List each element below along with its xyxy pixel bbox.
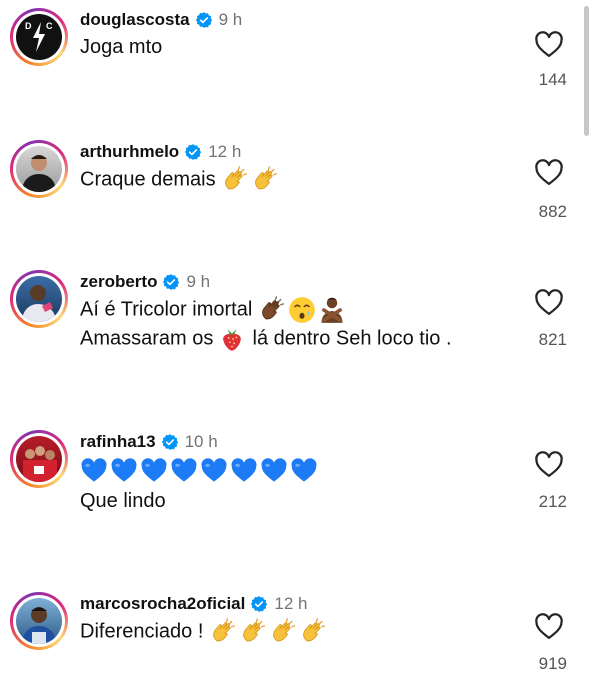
- blue-heart-emoji-icon: [290, 456, 318, 484]
- comment-text-content: Amassaram os: [80, 327, 214, 350]
- comment-text-content: Aí é Tricolor imortal: [80, 298, 253, 321]
- avatar[interactable]: [10, 592, 68, 650]
- clapping-hands-emoji-icon: [269, 618, 297, 646]
- avatar[interactable]: [10, 270, 68, 328]
- comment-text-content: Craque demais: [80, 168, 216, 191]
- blue-heart-emoji-icon: [140, 456, 168, 484]
- emoji-group: [258, 296, 348, 324]
- like-heart-icon[interactable]: [534, 30, 564, 58]
- avatar[interactable]: [10, 430, 68, 488]
- blue-heart-emoji-icon: [200, 456, 228, 484]
- username[interactable]: zeroberto: [80, 272, 157, 292]
- username[interactable]: douglascosta: [80, 10, 190, 30]
- like-heart-icon[interactable]: [534, 158, 564, 186]
- svg-text:D: D: [25, 21, 32, 31]
- comment-text-content: Diferenciado !: [80, 620, 204, 643]
- blue-hearts-row: [80, 456, 320, 484]
- person-gesturing-no-emoji-icon: [318, 296, 346, 324]
- like-count: 212: [538, 492, 567, 511]
- timestamp: 12 h: [208, 142, 242, 161]
- person-photo-icon: [22, 155, 56, 192]
- blue-heart-emoji-icon: [230, 456, 258, 484]
- avatar[interactable]: [10, 140, 68, 198]
- lightning-logo-icon: D C: [25, 21, 53, 52]
- blue-heart-emoji-icon: [260, 456, 288, 484]
- clapping-hands-emoji-icon: [209, 618, 237, 646]
- clapping-hands-dark-emoji-icon: [258, 296, 286, 324]
- username[interactable]: rafinha13: [80, 432, 156, 452]
- comment-text: Diferenciado !: [80, 618, 329, 646]
- emoji-group: [209, 618, 329, 646]
- clapping-hands-emoji-icon: [251, 166, 279, 194]
- person-photo-icon: [22, 285, 56, 322]
- verified-badge-icon: [162, 273, 180, 291]
- timestamp: 12 h: [274, 594, 308, 613]
- verified-badge-icon: [250, 595, 268, 613]
- comment-text-content: lá dentro Seh loco tio .: [252, 327, 452, 350]
- face-exhaling-emoji-icon: [288, 296, 316, 324]
- timestamp: 9 h: [186, 272, 211, 291]
- username[interactable]: marcosrocha2oficial: [80, 594, 245, 614]
- comment-text: Que lindo: [80, 490, 166, 512]
- clapping-hands-emoji-icon: [299, 618, 327, 646]
- comment-text-line2: Amassaram os lá dentro Seh loco tio .: [80, 326, 452, 352]
- like-heart-icon[interactable]: [534, 450, 564, 478]
- blue-heart-emoji-icon: [110, 456, 138, 484]
- scrollbar[interactable]: [584, 6, 589, 136]
- avatar[interactable]: D C: [10, 8, 68, 66]
- timestamp: 10 h: [184, 432, 218, 451]
- person-photo-icon: [22, 607, 56, 644]
- strawberry-emoji-icon: [219, 326, 245, 352]
- verified-badge-icon: [195, 11, 213, 29]
- svg-text:C: C: [46, 21, 53, 31]
- comment-text: Craque demais: [80, 166, 281, 194]
- username[interactable]: arthurhmelo: [80, 142, 179, 162]
- like-heart-icon[interactable]: [534, 288, 564, 316]
- like-count: 144: [538, 70, 567, 89]
- like-count: 882: [538, 202, 567, 221]
- clapping-hands-emoji-icon: [221, 166, 249, 194]
- like-count: 821: [538, 330, 567, 349]
- blue-heart-emoji-icon: [170, 456, 198, 484]
- verified-badge-icon: [184, 143, 202, 161]
- clapping-hands-emoji-icon: [239, 618, 267, 646]
- comment-text: Joga mto: [80, 36, 163, 58]
- team-photo-icon: [23, 446, 57, 482]
- like-count: 919: [538, 654, 567, 673]
- timestamp: 9 h: [218, 10, 243, 29]
- verified-badge-icon: [161, 433, 179, 451]
- blue-heart-emoji-icon: [80, 456, 108, 484]
- emoji-group: [221, 166, 281, 194]
- like-heart-icon[interactable]: [534, 612, 564, 640]
- comment-text: Aí é Tricolor imortal: [80, 296, 348, 324]
